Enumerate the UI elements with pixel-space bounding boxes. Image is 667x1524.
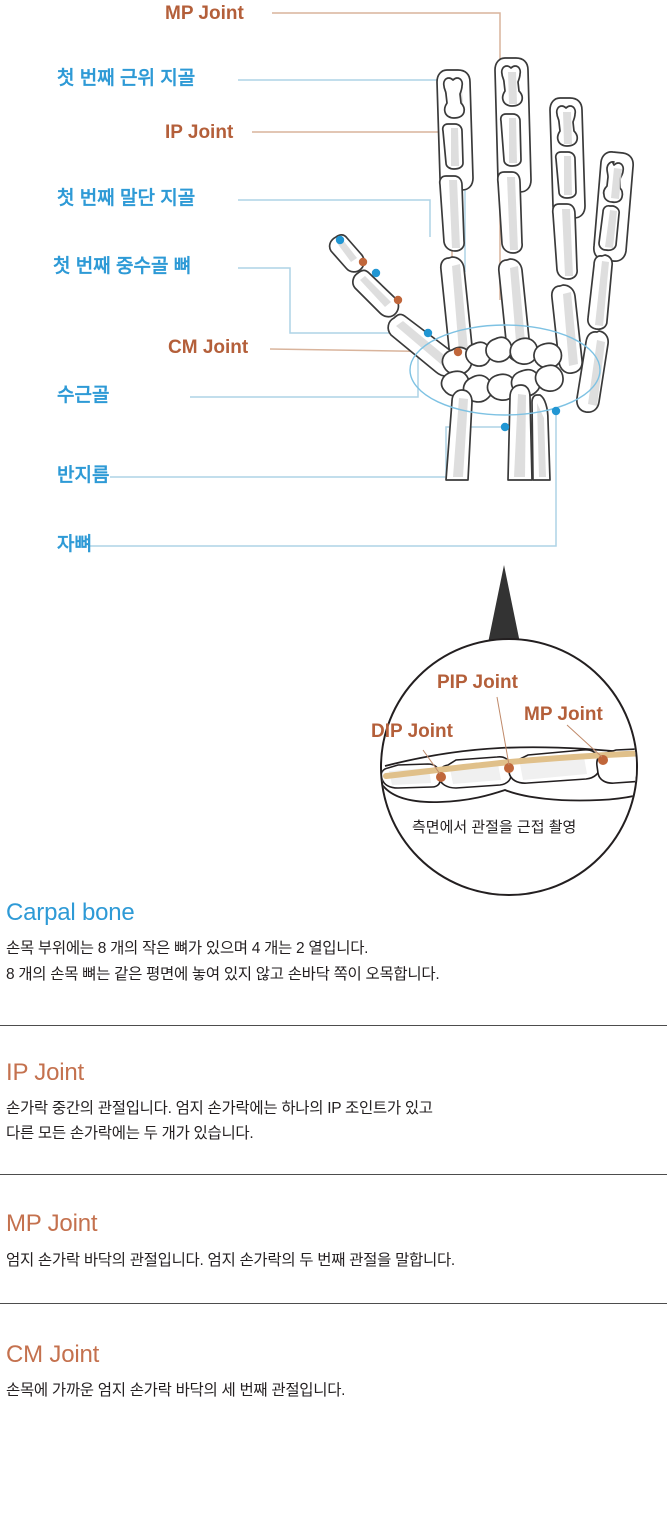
- dot-radius: [500, 422, 510, 432]
- label-mp-joint: MP Joint: [165, 3, 244, 24]
- info-sections: Carpal bone 손목 부위에는 8 개의 작은 뼈가 있으며 4 개는 …: [0, 899, 667, 1404]
- section-ip-joint: IP Joint 손가락 중간의 관절입니다. 엄지 손가락에는 하나의 IP …: [0, 1026, 667, 1147]
- dot-first-metacarpal: [423, 328, 433, 338]
- label-first-distal-phalanx: 첫 번째 말단 지골: [57, 188, 196, 209]
- label-first-metacarpal-bone: 첫 번째 중수골 뼈: [53, 256, 192, 277]
- hand-skeleton: [328, 57, 634, 481]
- section-line: 8 개의 손목 뼈는 같은 평면에 놓여 있지 않고 손바닥 쪽이 오목합니다.: [6, 965, 440, 983]
- section-heading-cm-joint: CM Joint: [6, 1340, 100, 1368]
- section-line: 손목에 가까운 엄지 손가락 바닥의 세 번째 관절입니다.: [6, 1382, 346, 1400]
- hand-anatomy-diagram: .bone { fill:#fff; stroke:#3a3a3a; strok…: [0, 0, 667, 900]
- label-dip-joint: DIP Joint: [371, 721, 453, 742]
- section-line: 엄지 손가락 바닥의 관절입니다. 엄지 손가락의 두 번째 관절을 말합니다.: [6, 1251, 455, 1269]
- label-pip-joint: PIP Joint: [437, 672, 518, 693]
- label-ulna: 자뼈: [57, 534, 92, 555]
- dot-ulna: [551, 406, 561, 416]
- section-carpal-bone: Carpal bone 손목 부위에는 8 개의 작은 뼈가 있으며 4 개는 …: [0, 899, 667, 987]
- dot-dip-joint: [436, 772, 446, 782]
- section-body-ip-joint: 손가락 중간의 관절입니다. 엄지 손가락에는 하나의 IP 조인트가 있고 다…: [6, 1096, 661, 1146]
- dot-cm-joint: [453, 347, 463, 357]
- label-first-proximal-phalanx: 첫 번째 근위 지골: [57, 68, 196, 89]
- label-mp-joint-side: MP Joint: [524, 704, 603, 725]
- section-heading-carpal-bone: Carpal bone: [6, 899, 135, 926]
- magnifier-caption: 측면에서 관절을 근접 촬영: [412, 819, 577, 836]
- label-carpal-bones: 수근골: [57, 385, 110, 406]
- dot-mp-joint: [393, 295, 403, 305]
- section-cm-joint: CM Joint 손목에 가까운 엄지 손가락 바닥의 세 번째 관절입니다.: [0, 1304, 667, 1404]
- section-line: 손목 부위에는 8 개의 작은 뼈가 있으며 4 개는 2 열입니다.: [6, 940, 369, 958]
- diagram-svg: .bone { fill:#fff; stroke:#3a3a3a; strok…: [90, 12, 638, 896]
- section-body-carpal-bone: 손목 부위에는 8 개의 작은 뼈가 있으며 4 개는 2 열입니다. 8 개의…: [6, 936, 661, 986]
- dot-first-distal-phalanx: [335, 235, 345, 245]
- page-root: .bone { fill:#fff; stroke:#3a3a3a; strok…: [0, 0, 667, 1524]
- section-heading-ip-joint: IP Joint: [6, 1058, 85, 1086]
- magnifier-pointer-icon: [488, 565, 520, 643]
- label-radius: 반지름: [57, 465, 110, 486]
- section-mp-joint: MP Joint 엄지 손가락 바닥의 관절입니다. 엄지 손가락의 두 번째 …: [0, 1175, 667, 1273]
- dot-ip-joint: [358, 257, 368, 267]
- section-body-mp-joint: 엄지 손가락 바닥의 관절입니다. 엄지 손가락의 두 번째 관절을 말합니다.: [6, 1248, 661, 1273]
- label-cm-joint: CM Joint: [168, 337, 249, 358]
- dot-first-proximal-phalanx: [371, 268, 381, 278]
- label-ip-joint: IP Joint: [165, 122, 234, 143]
- section-heading-mp-joint: MP Joint: [6, 1210, 98, 1238]
- section-body-cm-joint: 손목에 가까운 엄지 손가락 바닥의 세 번째 관절입니다.: [6, 1378, 661, 1403]
- dot-mp-joint-side: [598, 755, 608, 765]
- section-line: 다른 모든 손가락에는 두 개가 있습니다.: [6, 1125, 254, 1143]
- section-line: 손가락 중간의 관절입니다. 엄지 손가락에는 하나의 IP 조인트가 있고: [6, 1100, 433, 1117]
